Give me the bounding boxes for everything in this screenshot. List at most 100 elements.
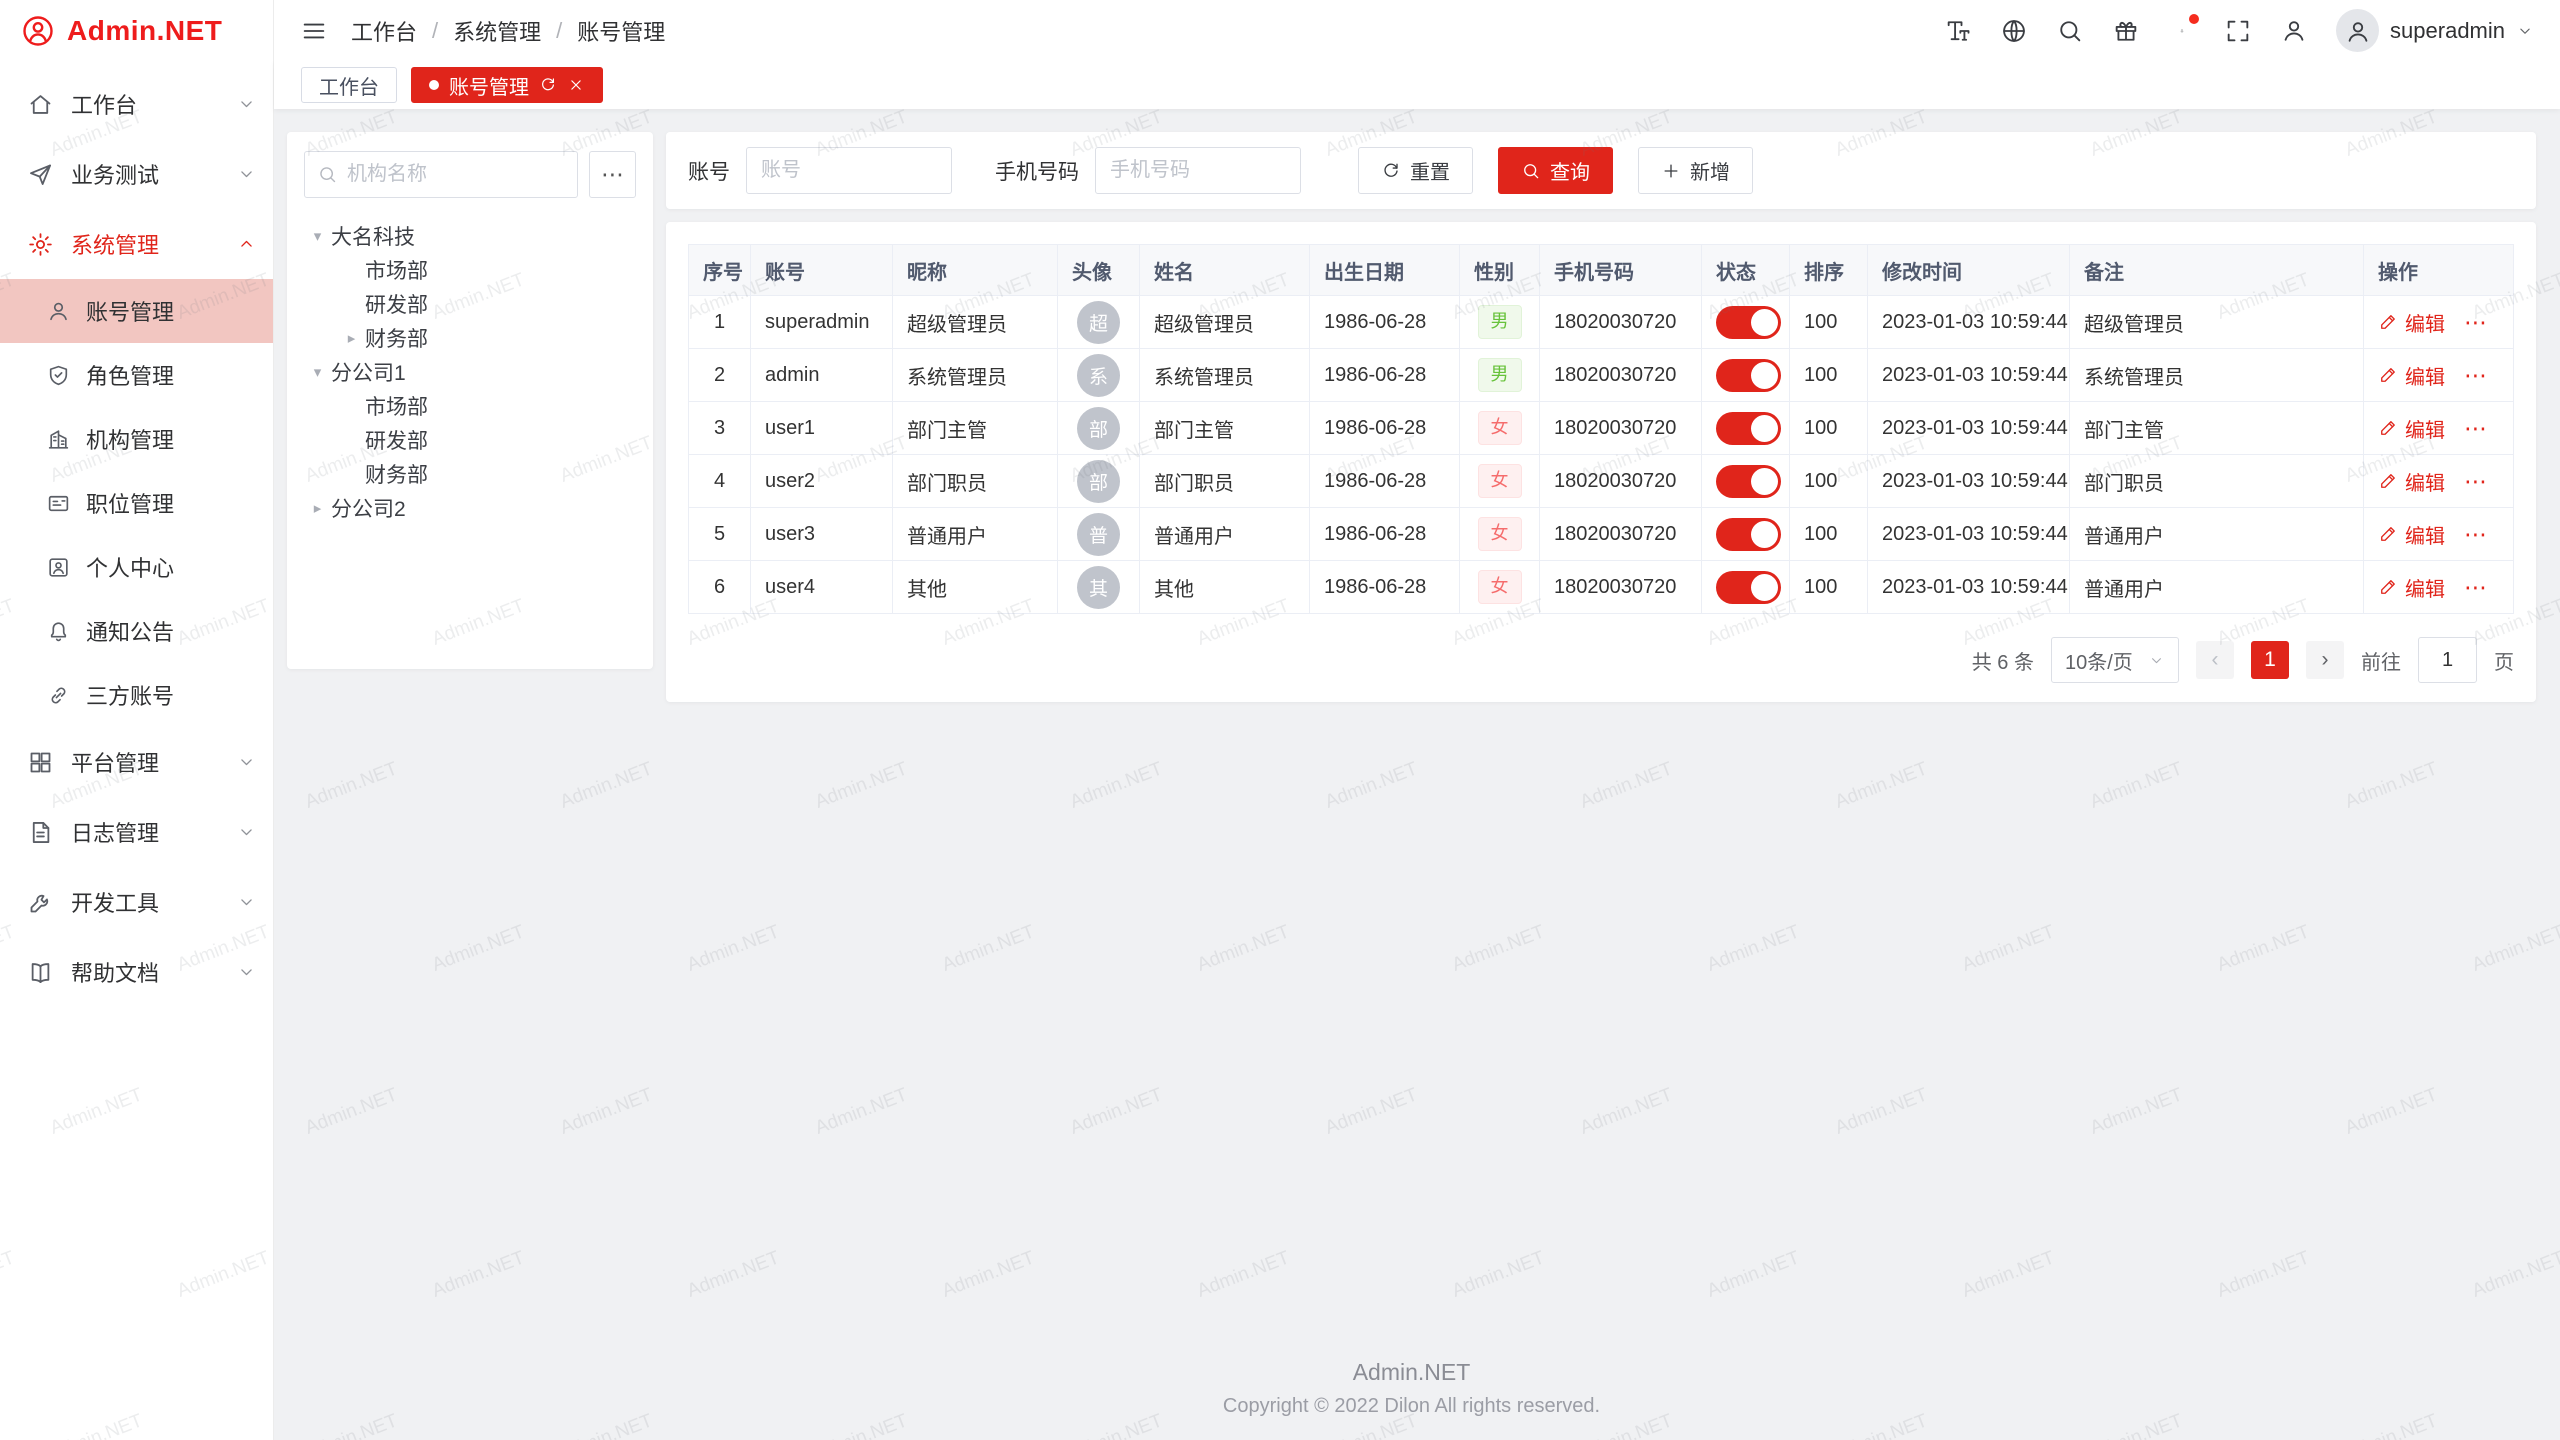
status-toggle[interactable]	[1716, 571, 1781, 604]
sidebar-item-label: 工作台	[71, 88, 137, 120]
edit-button[interactable]: 编辑	[2378, 467, 2445, 496]
sidebar-item-label: 机构管理	[86, 423, 174, 455]
right-column: 账号 手机号码 重置 查询 新增 序号账号昵称头像姓名出生日期性别手机号码状态排…	[666, 132, 2536, 702]
org-panel-header: ⋯	[304, 151, 636, 198]
more-actions-button[interactable]: ⋯	[2464, 309, 2489, 335]
tab-close-icon[interactable]	[567, 76, 585, 94]
sidebar-item-third-account[interactable]: 三方账号	[0, 663, 273, 727]
prev-page-button[interactable]: ‹	[2196, 641, 2234, 679]
status-toggle[interactable]	[1716, 465, 1781, 498]
tree-node[interactable]: ▸分公司2	[304, 491, 636, 525]
tree-caret-icon[interactable]: ▸	[304, 499, 331, 517]
add-button[interactable]: 新增	[1638, 147, 1753, 194]
org-more-button[interactable]: ⋯	[589, 151, 636, 198]
language-icon[interactable]	[2000, 17, 2028, 45]
cell-sort: 100	[1790, 508, 1868, 561]
tree-node[interactable]: 财务部	[304, 457, 636, 491]
edit-button[interactable]: 编辑	[2378, 573, 2445, 602]
phone-label: 手机号码	[995, 156, 1079, 186]
tab-refresh-icon[interactable]	[539, 76, 557, 94]
account-input[interactable]	[746, 147, 952, 194]
org-search-input[interactable]	[347, 163, 565, 186]
table-row: 1superadmin超级管理员超超级管理员1986-06-28男1802003…	[689, 296, 2514, 349]
cell-birth: 1986-06-28	[1310, 349, 1460, 402]
tree-node[interactable]: 市场部	[304, 253, 636, 287]
sidebar-item-role-mgmt[interactable]: 角色管理	[0, 343, 273, 407]
edit-button[interactable]: 编辑	[2378, 308, 2445, 337]
page-1-button[interactable]: 1	[2251, 641, 2289, 679]
theme-icon[interactable]	[2112, 17, 2140, 45]
page-size-select[interactable]: 10条/页	[2051, 637, 2179, 683]
hamburger-icon[interactable]	[300, 17, 328, 45]
search-icon[interactable]	[2056, 17, 2084, 45]
sidebar-item-notice[interactable]: 通知公告	[0, 599, 273, 663]
reset-button[interactable]: 重置	[1358, 147, 1473, 194]
status-toggle[interactable]	[1716, 412, 1781, 445]
phone-input[interactable]	[1095, 147, 1301, 194]
tree-node[interactable]: ▾大名科技	[304, 219, 636, 253]
tree-node[interactable]: ▾分公司1	[304, 355, 636, 389]
user-menu[interactable]: superadmin	[2336, 9, 2534, 52]
tree-node[interactable]: 研发部	[304, 423, 636, 457]
tree-node-label: 分公司2	[331, 493, 406, 523]
sidebar-item-account-mgmt[interactable]: 账号管理	[0, 279, 273, 343]
status-toggle[interactable]	[1716, 518, 1781, 551]
fullscreen-icon[interactable]	[2224, 17, 2252, 45]
breadcrumb-item[interactable]: 系统管理	[453, 15, 541, 47]
breadcrumb-item[interactable]: 账号管理	[577, 15, 665, 47]
cell-account: user1	[751, 402, 893, 455]
tab-workbench[interactable]: 工作台	[301, 67, 397, 103]
sidebar-item-platform-mgmt[interactable]: 平台管理	[0, 727, 273, 797]
app-logo[interactable]: Admin.NET	[0, 0, 273, 61]
edit-button[interactable]: 编辑	[2378, 520, 2445, 549]
cell-gender: 男	[1460, 349, 1540, 402]
cell-remark: 部门职员	[2070, 455, 2364, 508]
cell-index: 2	[689, 349, 751, 402]
chevron-down-icon	[233, 94, 253, 114]
page-unit-label: 页	[2494, 646, 2514, 675]
sidebar-item-profile-center[interactable]: 个人中心	[0, 535, 273, 599]
status-toggle[interactable]	[1716, 306, 1781, 339]
cell-sort: 100	[1790, 349, 1868, 402]
query-button[interactable]: 查询	[1498, 147, 1613, 194]
font-size-icon[interactable]	[1944, 17, 1972, 45]
username: superadmin	[2390, 18, 2505, 44]
sidebar-item-dev-tools[interactable]: 开发工具	[0, 867, 273, 937]
notification-icon[interactable]	[2168, 17, 2196, 45]
breadcrumb-item[interactable]: 工作台	[351, 15, 417, 47]
cell-modified: 2023-01-03 10:59:44	[1868, 402, 2070, 455]
more-actions-button[interactable]: ⋯	[2464, 521, 2489, 547]
cell-ops: 编辑 ⋯	[2364, 561, 2514, 614]
tree-node[interactable]: 研发部	[304, 287, 636, 321]
more-actions-button[interactable]: ⋯	[2464, 362, 2489, 388]
gender-badge: 男	[1478, 305, 1522, 339]
cell-index: 1	[689, 296, 751, 349]
sidebar-item-business-test[interactable]: 业务测试	[0, 139, 273, 209]
tree-node[interactable]: 市场部	[304, 389, 636, 423]
gender-badge: 男	[1478, 358, 1522, 392]
chevron-up-icon	[233, 234, 253, 254]
next-page-button[interactable]: ›	[2306, 641, 2344, 679]
tab-account-mgmt[interactable]: 账号管理	[411, 67, 603, 103]
tree-caret-icon[interactable]: ▸	[338, 329, 365, 347]
edit-button[interactable]: 编辑	[2378, 361, 2445, 390]
chevron-down-icon	[2148, 652, 2165, 669]
more-actions-button[interactable]: ⋯	[2464, 468, 2489, 494]
status-toggle[interactable]	[1716, 359, 1781, 392]
sidebar-item-org-mgmt[interactable]: 机构管理	[0, 407, 273, 471]
sidebar-item-help-docs[interactable]: 帮助文档	[0, 937, 273, 1007]
goto-page-input[interactable]	[2418, 637, 2477, 683]
sidebar-item-workbench[interactable]: 工作台	[0, 69, 273, 139]
cell-index: 6	[689, 561, 751, 614]
tree-caret-icon[interactable]: ▾	[304, 363, 331, 381]
tree-caret-icon[interactable]: ▾	[304, 227, 331, 245]
sidebar-item-log-mgmt[interactable]: 日志管理	[0, 797, 273, 867]
more-actions-button[interactable]: ⋯	[2464, 574, 2489, 600]
sidebar-item-position-mgmt[interactable]: 职位管理	[0, 471, 273, 535]
edit-button[interactable]: 编辑	[2378, 414, 2445, 443]
cell-name: 超级管理员	[1140, 296, 1310, 349]
tree-node[interactable]: ▸财务部	[304, 321, 636, 355]
sidebar-item-system-mgmt[interactable]: 系统管理	[0, 209, 273, 279]
profile-icon[interactable]	[2280, 17, 2308, 45]
more-actions-button[interactable]: ⋯	[2464, 415, 2489, 441]
